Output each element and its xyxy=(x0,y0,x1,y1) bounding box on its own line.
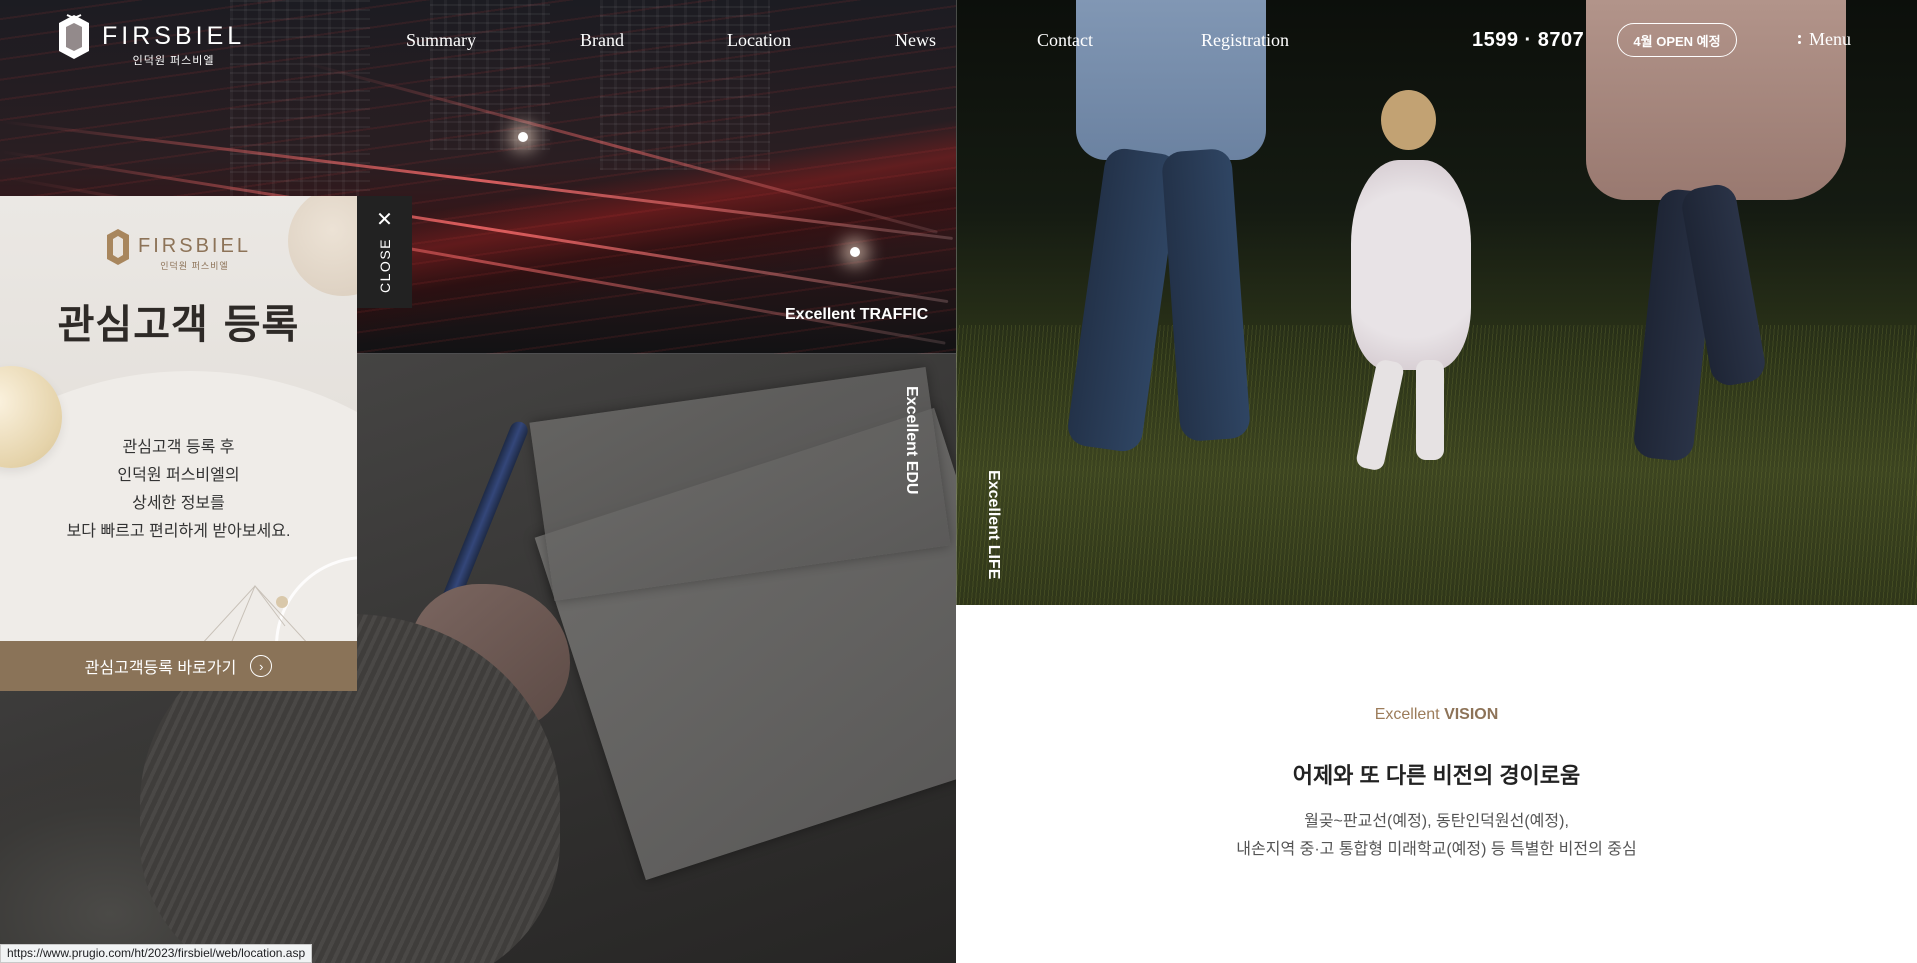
nav-news[interactable]: News xyxy=(895,30,936,51)
traffic-label: Excellent TRAFFIC xyxy=(785,306,929,323)
close-icon: ✕ xyxy=(376,209,393,231)
child-leg xyxy=(1416,360,1444,460)
child-dress xyxy=(1351,160,1471,370)
site-header: FIRSBIEL 인덕원 퍼스비엘 Summary Brand Location… xyxy=(0,0,1917,82)
popup-logo-word: FIRSBIEL xyxy=(138,235,251,257)
vision-subtitle-strong: VISION xyxy=(1444,706,1499,723)
decor-lines xyxy=(200,585,311,646)
vision-body-line: 월곶~판교선(예정), 동탄인덕원선(예정), xyxy=(1304,813,1569,830)
vision-subtitle: Excellent VISION xyxy=(956,706,1917,724)
menu-button[interactable]: Menu xyxy=(1798,29,1851,50)
life-panel[interactable] xyxy=(956,0,1917,605)
street-light xyxy=(850,247,860,257)
nav-contact[interactable]: Contact xyxy=(1037,30,1093,51)
popup-desc-line: 관심고객 등록 후 xyxy=(122,439,235,456)
vision-body: 월곶~판교선(예정), 동탄인덕원선(예정), 내손지역 중·고 통합형 미래학… xyxy=(956,808,1917,864)
child-head xyxy=(1381,90,1436,150)
chevron-right-icon: › xyxy=(250,655,273,677)
popup-logo-sub: 인덕원 퍼스비엘 xyxy=(160,261,229,271)
life-label: Excellent LIFE xyxy=(985,470,1002,580)
panel-divider xyxy=(357,353,956,354)
nav-registration[interactable]: Registration xyxy=(1201,30,1289,51)
edu-label: Excellent EDU xyxy=(903,386,920,495)
status-bar-url: https://www.prugio.com/ht/2023/firsbiel/… xyxy=(0,944,313,963)
nav-location[interactable]: Location xyxy=(727,30,791,51)
nav-brand[interactable]: Brand xyxy=(580,30,624,51)
registration-popup: FIRSBIEL 인덕원 퍼스비엘 관심고객 등록 관심고객 등록 후 인덕원 … xyxy=(0,196,357,691)
register-cta-label: 관심고객등록 바로가기 xyxy=(84,660,237,677)
vision-subtitle-prefix: Excellent xyxy=(1374,706,1440,723)
open-badge[interactable]: 4월 OPEN 예정 xyxy=(1617,23,1737,57)
phone-number[interactable]: 1599 · 8707 xyxy=(1472,29,1584,52)
popup-desc-line: 보다 빠르고 편리하게 받아보세요. xyxy=(66,523,291,540)
popup-close-button[interactable]: ✕ CLOSE xyxy=(357,196,412,308)
popup-logo-icon xyxy=(107,229,130,265)
popup-description: 관심고객 등록 후 인덕원 퍼스비엘의 상세한 정보를 보다 빠르고 편리하게 … xyxy=(0,434,357,546)
vision-heading: 어제와 또 다른 비전의 경이로움 xyxy=(1292,763,1581,788)
logo-subtitle: 인덕원 퍼스비엘 xyxy=(132,55,215,67)
street-light xyxy=(518,132,528,142)
popup-title: 관심고객 등록 xyxy=(57,301,300,348)
vision-body-line: 내손지역 중·고 통합형 미래학교(예정) 등 특별한 비전의 중심 xyxy=(1236,841,1637,858)
close-label: CLOSE xyxy=(376,238,393,293)
register-cta-button[interactable]: 관심고객등록 바로가기 › xyxy=(0,641,357,691)
popup-desc-line: 상세한 정보를 xyxy=(132,495,225,512)
popup-desc-line: 인덕원 퍼스비엘의 xyxy=(117,467,240,484)
logo-wordmark: FIRSBIEL xyxy=(102,22,246,50)
menu-label: Menu xyxy=(1809,29,1851,49)
popup-logo: FIRSBIEL 인덕원 퍼스비엘 xyxy=(0,228,357,272)
logo-mark-icon xyxy=(59,14,89,59)
menu-dots-icon xyxy=(1798,35,1801,44)
nav-summary[interactable]: Summary xyxy=(406,30,476,51)
site-logo[interactable]: FIRSBIEL 인덕원 퍼스비엘 xyxy=(56,14,245,68)
